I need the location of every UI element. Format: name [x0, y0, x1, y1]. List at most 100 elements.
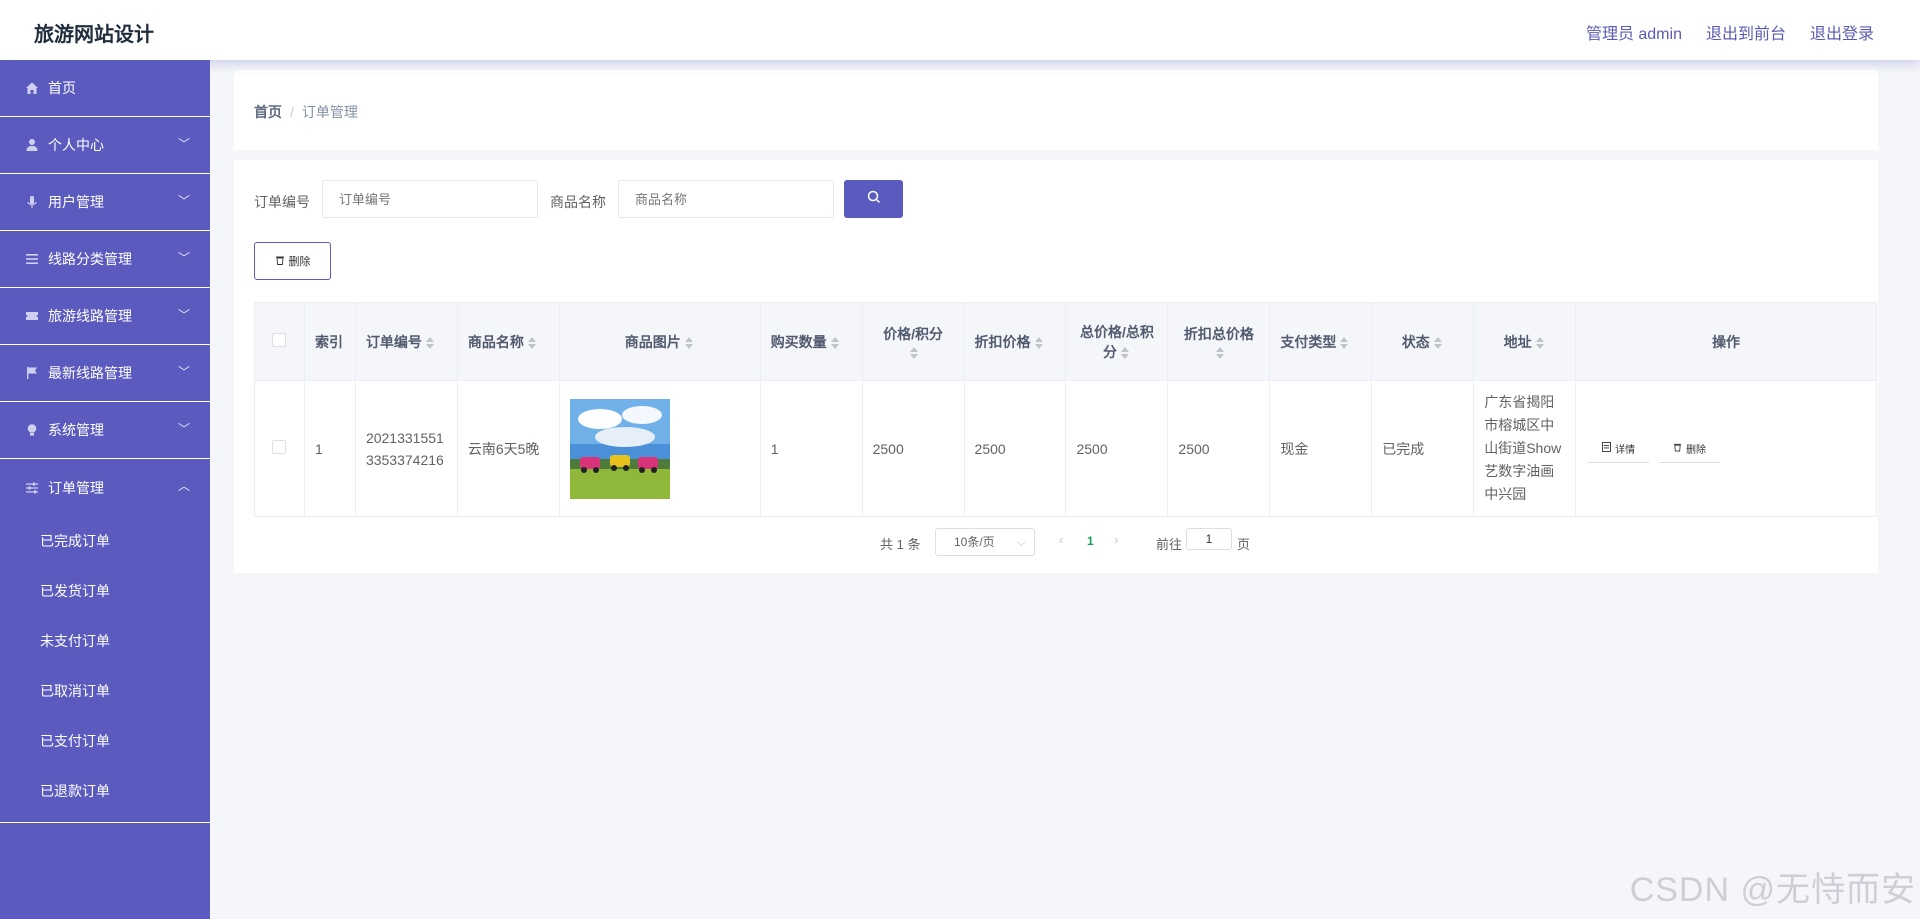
sidebar-item-travel-routes[interactable]: 旅游线路管理 ﹀: [0, 288, 210, 345]
select-all-checkbox[interactable]: [272, 333, 287, 347]
sidebar-item-users[interactable]: 用户管理 ﹀: [0, 174, 210, 231]
breadcrumb-home[interactable]: 首页: [254, 104, 282, 120]
breadcrumb-current: 订单管理: [301, 104, 358, 120]
column-header-label: 状态: [1401, 333, 1430, 350]
total-price-cell: 2500: [1065, 380, 1169, 517]
sidebar-item-label: 用户管理: [48, 194, 104, 210]
sidebar-item-system[interactable]: 系统管理 ﹀: [0, 402, 210, 459]
prev-page-icon[interactable]: ‹: [1059, 532, 1063, 547]
bulk-delete-button[interactable]: 删除: [254, 242, 331, 280]
sort-icon[interactable]: [830, 336, 841, 349]
column-header[interactable]: 支付类型: [1269, 302, 1373, 381]
sort-icon[interactable]: [425, 336, 436, 349]
chevron-down-icon: ﹀: [177, 194, 190, 208]
sidebar-item-home[interactable]: 首页: [0, 60, 210, 117]
sort-icon[interactable]: [1120, 346, 1131, 359]
home-icon: [24, 80, 40, 96]
submenu-paid-orders[interactable]: 已支付订单: [0, 716, 210, 766]
column-header-label: 订单编号: [365, 333, 422, 350]
sidebar-item-label: 首页: [48, 80, 76, 96]
submenu-shipped-orders[interactable]: 已发货订单: [0, 566, 210, 616]
sidebar-item-label: 订单管理: [48, 479, 104, 496]
column-header[interactable]: 折扣总价格: [1167, 302, 1271, 381]
total-count: 共 1 条: [880, 537, 921, 552]
microphone-icon: [24, 194, 40, 210]
page-number[interactable]: 1: [1087, 534, 1094, 548]
search-button[interactable]: [844, 180, 903, 218]
order-no-input[interactable]: [322, 180, 538, 218]
column-header[interactable]: 地址: [1473, 302, 1577, 381]
sort-icon[interactable]: [1535, 336, 1546, 349]
select-all-cell: [254, 302, 305, 381]
exit-to-front-link[interactable]: 退出到前台: [1706, 20, 1786, 44]
sort-icon[interactable]: [684, 336, 695, 349]
column-header-label: 购买数量: [770, 333, 827, 350]
row-delete-button[interactable]: 删除: [1659, 435, 1721, 463]
sort-icon[interactable]: [1215, 346, 1226, 359]
row-checkbox[interactable]: [272, 440, 287, 454]
chevron-down-icon: ⌵: [1016, 535, 1026, 549]
column-header-label: 折扣价格: [974, 333, 1031, 350]
table-row: 1 20213315513353374216 云南6天5晚 1 2500 250…: [254, 380, 1877, 517]
column-header-label: 折扣总价格: [1183, 325, 1254, 342]
flag-icon: [24, 365, 40, 381]
sort-icon[interactable]: [1034, 336, 1045, 349]
orders-submenu: 已完成订单 已发货订单 未支付订单 已取消订单 已支付订单 已退款订单: [0, 516, 210, 823]
sidebar-item-label: 系统管理: [48, 422, 104, 438]
admin-user-link[interactable]: 管理员 admin: [1586, 20, 1682, 44]
detail-button[interactable]: 详情: [1588, 435, 1650, 463]
detail-button-label: 详情: [1615, 444, 1636, 456]
product-thumbnail[interactable]: [569, 398, 670, 499]
chevron-down-icon: ﹀: [177, 308, 190, 322]
next-page-icon[interactable]: ›: [1114, 532, 1118, 547]
column-header[interactable]: 购买数量: [759, 302, 863, 381]
breadcrumb-separator: /: [290, 104, 294, 120]
goto-label: 前往: [1156, 537, 1183, 552]
sidebar-item-label: 旅游线路管理: [48, 308, 132, 324]
submenu-refunded-orders[interactable]: 已退款订单: [0, 766, 210, 816]
page-size-select[interactable]: 10条/页 ⌵: [935, 528, 1035, 556]
sidebar-item-profile[interactable]: 个人中心 ﹀: [0, 117, 210, 174]
column-header[interactable]: 商品图片: [558, 302, 761, 381]
column-header[interactable]: 价格/积分: [861, 302, 965, 381]
column-header[interactable]: 状态: [1371, 302, 1475, 381]
sidebar: 首页 个人中心 ﹀ 用户管理 ﹀ 线路分类管理 ﹀ 旅游线路管理 ﹀ 最新线路管…: [0, 60, 210, 919]
submenu-cancelled-orders[interactable]: 已取消订单: [0, 666, 210, 716]
user-icon: [24, 137, 40, 153]
column-header-label: 价格/积分: [883, 325, 944, 342]
pay-type-cell: 现金: [1269, 380, 1373, 517]
operations-cell: 详情 删除: [1575, 380, 1877, 517]
column-header-label: 支付类型: [1280, 333, 1337, 350]
sort-icon[interactable]: [527, 336, 538, 349]
sidebar-item-orders[interactable]: 订单管理 ︿: [0, 459, 210, 516]
orders-table: 索引 订单编号 商品名称 商品图片 购买数量 价格/积分 折扣价格 总价格/总积…: [254, 302, 1877, 517]
discount-total-cell: 2500: [1167, 380, 1271, 517]
top-bar: 旅游网站设计 管理员 admin 退出到前台 退出登录: [0, 0, 1920, 60]
column-header[interactable]: 折扣价格: [963, 302, 1067, 381]
sort-icon[interactable]: [910, 346, 920, 359]
column-header[interactable]: 订单编号: [354, 302, 458, 381]
price-cell: 2500: [861, 380, 965, 517]
submenu-unpaid-orders[interactable]: 未支付订单: [0, 616, 210, 666]
table-header-row: 索引 订单编号 商品名称 商品图片 购买数量 价格/积分 折扣价格 总价格/总积…: [254, 302, 1877, 381]
logout-link[interactable]: 退出登录: [1810, 20, 1874, 44]
product-name-input[interactable]: [618, 180, 834, 218]
page-suffix-label: 页: [1237, 537, 1251, 552]
row-select-cell: [254, 380, 305, 517]
sliders-icon: [24, 480, 40, 496]
sidebar-item-route-category[interactable]: 线路分类管理 ﹀: [0, 231, 210, 288]
status-cell: 已完成: [1371, 380, 1475, 517]
page-jump-input[interactable]: [1186, 528, 1232, 550]
sort-icon[interactable]: [1433, 336, 1444, 349]
chevron-up-icon: ︿: [177, 479, 190, 493]
column-header[interactable]: 总价格/总积分: [1065, 302, 1169, 381]
column-header[interactable]: 商品名称: [456, 302, 560, 381]
sort-icon[interactable]: [1340, 336, 1350, 349]
chevron-down-icon: ﹀: [177, 137, 190, 151]
submenu-completed-orders[interactable]: 已完成订单: [0, 516, 210, 566]
sidebar-item-latest-routes[interactable]: 最新线路管理 ﹀: [0, 345, 210, 402]
column-header-label: 商品图片: [624, 333, 681, 350]
order-no-cell: 20213315513353374216: [354, 380, 458, 517]
chevron-down-icon: ﹀: [177, 422, 190, 436]
page-size-value: 10条/页: [954, 535, 995, 549]
